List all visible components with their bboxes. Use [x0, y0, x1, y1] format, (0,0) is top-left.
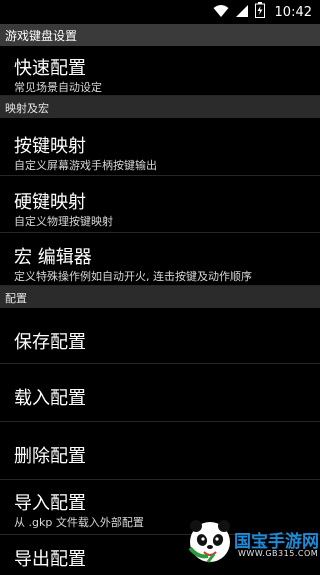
section-header-label: 配置 [5, 292, 27, 305]
key-mapping-item[interactable]: 按键映射 自定义屏幕游戏手柄按键输出 [0, 118, 320, 176]
item-label: 硬键映射 [14, 192, 86, 213]
wifi-icon [213, 3, 229, 22]
page-title: 游戏键盘设置 [5, 29, 78, 43]
item-summary: 自定义物理按键映射 [14, 215, 113, 228]
item-label: 导入配置 [14, 493, 86, 514]
delete-config-item[interactable]: 删除配置 [0, 422, 320, 480]
item-label: 按键映射 [14, 136, 86, 157]
signal-icon [235, 3, 249, 22]
item-summary: 自定义屏幕游戏手柄按键输出 [14, 159, 157, 172]
macro-editor-item[interactable]: 宏 编辑器 定义特殊操作例如自动开火, 连击按键及动作顺序 [0, 233, 320, 286]
title-bar: 游戏键盘设置 [0, 24, 320, 46]
status-icons: 10:42 [213, 2, 312, 22]
load-config-item[interactable]: 载入配置 [0, 364, 320, 422]
quick-config-item[interactable]: 快速配置 常见场景自动设定 [0, 46, 320, 96]
item-label: 删除配置 [14, 446, 86, 467]
status-bar: 10:42 [0, 0, 320, 24]
item-summary: 定义特殊操作例如自动开火, 连击按键及动作顺序 [14, 270, 252, 283]
watermark-site: WWW.GB315.COM [238, 549, 319, 558]
section-header-mapping: 映射及宏 [0, 96, 320, 118]
hardkey-mapping-item[interactable]: 硬键映射 自定义物理按键映射 [0, 176, 320, 233]
settings-list: 快速配置 常见场景自动设定 映射及宏 按键映射 自定义屏幕游戏手柄按键输出 硬键… [0, 46, 320, 575]
item-label: 载入配置 [14, 388, 86, 409]
battery-icon [254, 2, 265, 22]
section-header-label: 映射及宏 [5, 102, 49, 115]
item-label: 导出配置 [14, 549, 86, 570]
item-summary: 常见场景自动设定 [14, 81, 102, 94]
item-label: 保存配置 [14, 332, 86, 353]
item-summary: 从 .gkp 文件载入外部配置 [14, 516, 144, 529]
section-header-config: 配置 [0, 286, 320, 308]
item-label: 快速配置 [14, 58, 86, 79]
save-config-item[interactable]: 保存配置 [0, 308, 320, 364]
watermark-logo: 国宝手游网 WWW.GB315.COM [188, 518, 319, 564]
item-label: 宏 编辑器 [14, 247, 92, 268]
status-time: 10:42 [274, 4, 312, 20]
